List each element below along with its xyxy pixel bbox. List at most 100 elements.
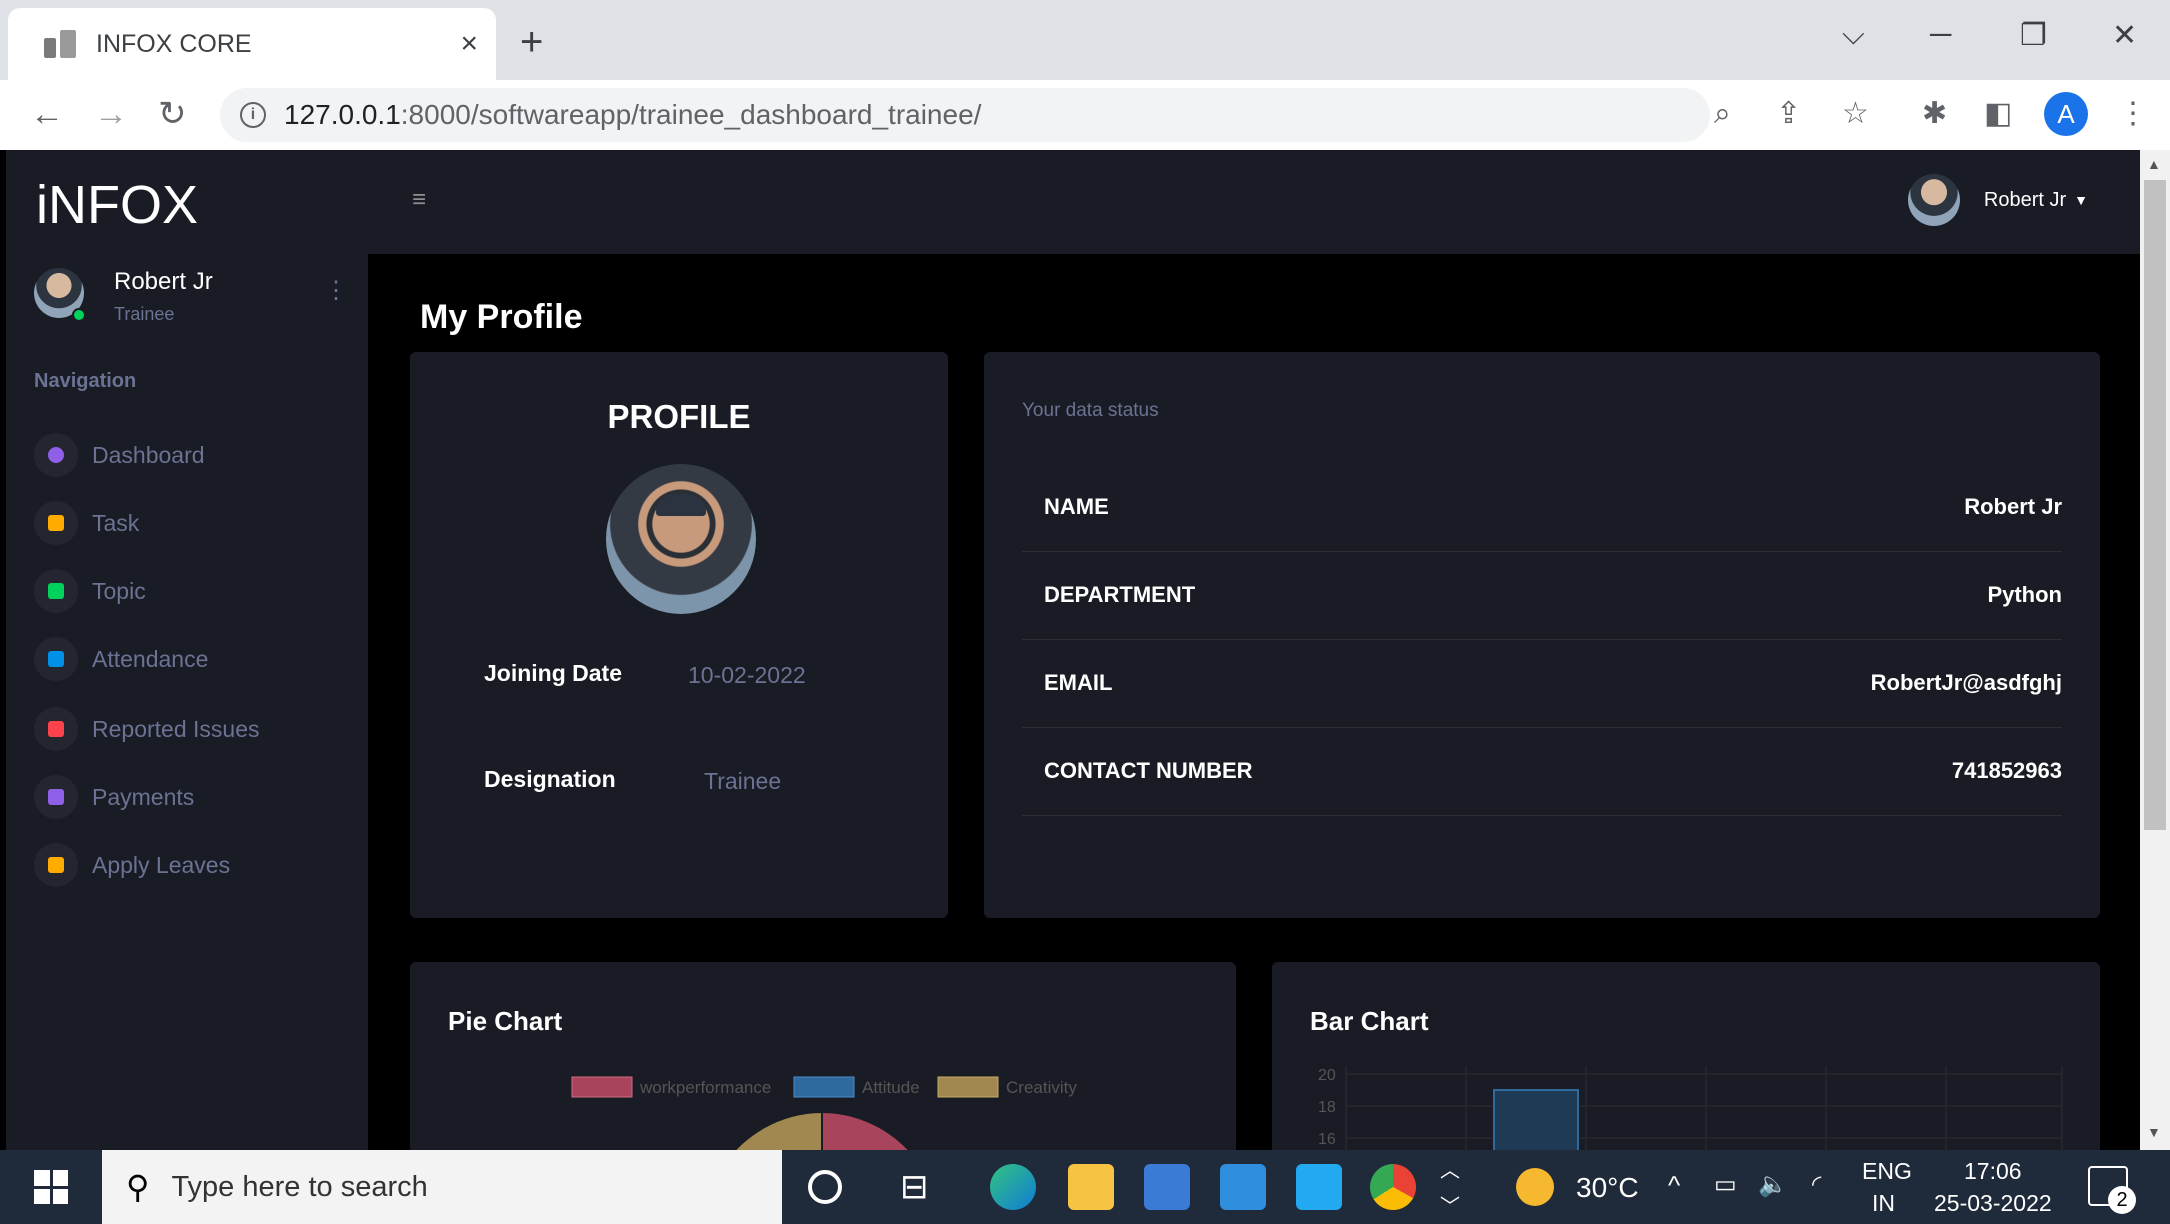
taskbar-search-input[interactable]: ⚲ Type here to search [102, 1150, 782, 1224]
chevron-up-icon[interactable]: ︿ [1440, 1154, 1460, 1183]
browser-profile-avatar[interactable]: A [2044, 92, 2088, 136]
scroll-up-icon[interactable]: ▲ [2147, 156, 2161, 172]
tab-close-icon[interactable]: × [460, 27, 478, 61]
legend-swatch-workperformance [571, 1076, 633, 1098]
scrollbar-thumb[interactable] [2144, 180, 2166, 830]
profile-dropdown[interactable]: Robert Jr ▼ [1907, 174, 2088, 226]
zoom-icon[interactable]: ⌕ [1714, 94, 1731, 134]
file-explorer-icon[interactable] [1068, 1164, 1114, 1210]
edge-browser-icon[interactable] [990, 1164, 1036, 1210]
vscode-icon[interactable] [1296, 1164, 1342, 1210]
sidebar-item-label: Reported Issues [92, 715, 260, 742]
battery-icon[interactable]: ▭ [1714, 1170, 1737, 1199]
table-row: EMAIL RobertJr@asdfghj [1022, 640, 2062, 728]
y-tick-label: 18 [1318, 1099, 1336, 1116]
online-status-icon [72, 308, 86, 322]
legend-swatch-attitude [793, 1076, 855, 1098]
nav-icon-dot [48, 721, 64, 737]
mail-icon[interactable] [1220, 1164, 1266, 1210]
pie-chart-card: Pie Chart workperformance Attitude Creat… [410, 962, 1236, 1150]
sidebar-item-payments[interactable]: Payments [34, 772, 354, 822]
wifi-icon[interactable]: ◜ [1812, 1170, 1821, 1199]
table-row: NAME Robert Jr [1022, 464, 2062, 552]
back-icon[interactable]: ← [30, 94, 64, 134]
sidebar: iNFOX Robert Jr Trainee ⋮ Navigation Das… [6, 150, 368, 1150]
message-icon [34, 843, 78, 887]
y-tick-label: 16 [1318, 1131, 1336, 1148]
sidebar-item-attendance[interactable]: Attendance [34, 634, 354, 684]
sidebar-user-name: Robert Jr [114, 268, 213, 295]
windows-start-icon[interactable] [34, 1170, 68, 1204]
browser-tab-strip: INFOX CORE × + ⌵ ─ ❐ ✕ [0, 0, 2170, 80]
clock-time[interactable]: 17:06 [1964, 1158, 2022, 1185]
extensions-icon[interactable]: ✱ [1922, 94, 1947, 134]
cortana-icon[interactable] [808, 1170, 842, 1204]
sidebar-item-label: Task [92, 509, 140, 536]
legend-label-workperformance: workperformance [639, 1078, 771, 1097]
reload-icon[interactable]: ↻ [158, 94, 187, 134]
volume-icon[interactable]: 🔈 [1758, 1170, 1788, 1199]
issue-icon [34, 707, 78, 751]
side-panel-icon[interactable]: ◧ [1984, 94, 2012, 134]
bar [1493, 1089, 1579, 1150]
sidebar-item-reported-issues[interactable]: Reported Issues [34, 704, 354, 754]
tray-overflow-icon[interactable]: ^ [1668, 1170, 1680, 1201]
row-value: Python [1987, 582, 2062, 607]
nav-section-label: Navigation [34, 370, 137, 392]
microsoft-store-icon[interactable] [1144, 1164, 1190, 1210]
sidebar-item-label: Topic [92, 577, 146, 604]
hamburger-menu-icon[interactable]: ≡ [412, 186, 426, 214]
bar-chart-card: Bar Chart 20 18 16 [1272, 962, 2100, 1150]
y-tick-label: 20 [1318, 1067, 1336, 1084]
url-host: 127.0.0.1 [284, 99, 401, 130]
region-code[interactable]: IN [1872, 1190, 1895, 1217]
top-navbar: ≡ Robert Jr ▼ [368, 150, 2140, 254]
browser-tab[interactable]: INFOX CORE × [8, 8, 496, 80]
joining-date-value: 10-02-2022 [688, 662, 806, 688]
sidebar-item-label: Apply Leaves [92, 851, 231, 878]
weather-icon[interactable] [1516, 1168, 1554, 1206]
data-status-card: Your data status NAME Robert Jr DEPARTME… [984, 352, 2100, 918]
chevron-down-icon[interactable]: ﹀ [1440, 1190, 1460, 1219]
restore-icon[interactable]: ❐ [2020, 18, 2047, 53]
bookmark-star-icon[interactable]: ☆ [1842, 94, 1869, 134]
caret-down-icon: ▼ [2074, 192, 2088, 208]
nav-icon-dot [48, 789, 64, 805]
temperature-text[interactable]: 30°C [1576, 1172, 1639, 1204]
bar-chart-icon [34, 637, 78, 681]
scroll-down-icon[interactable]: ▼ [2147, 1124, 2161, 1140]
tab-search-chevron-icon[interactable]: ⌵ [1842, 18, 1865, 52]
sidebar-item-apply-leaves[interactable]: Apply Leaves [34, 840, 354, 890]
row-key: NAME [1044, 494, 1109, 519]
browser-toolbar: ← → ↻ i 127.0.0.1:8000/softwareapp/train… [0, 80, 2170, 150]
table-row: DEPARTMENT Python [1022, 552, 2062, 640]
sidebar-user: Robert Jr Trainee ⋮ [34, 268, 348, 328]
row-value: Robert Jr [1964, 494, 2062, 519]
tab-title: INFOX CORE [96, 29, 252, 58]
minimize-icon[interactable]: ─ [1930, 18, 1951, 52]
sidebar-item-dashboard[interactable]: Dashboard [34, 430, 354, 480]
user-options-icon[interactable]: ⋮ [324, 276, 348, 305]
data-status-heading: Your data status [1022, 400, 1159, 421]
pie-chart-svg: workperformance Attitude Creativity [571, 1076, 1077, 1150]
task-view-icon[interactable]: ⊟ [900, 1164, 946, 1210]
clock-date[interactable]: 25-03-2022 [1934, 1190, 2052, 1217]
designation-value: Trainee [704, 768, 782, 794]
brand-logo[interactable]: iNFOX [36, 174, 198, 236]
row-key: CONTACT NUMBER [1044, 758, 1253, 783]
profile-card: PROFILE Joining Date 10-02-2022 Designat… [410, 352, 948, 918]
sidebar-item-task[interactable]: Task [34, 498, 354, 548]
page-scrollbar[interactable]: ▲ ▼ [2140, 150, 2170, 1150]
chrome-menu-icon[interactable]: ⋮ [2118, 94, 2148, 134]
chrome-taskbar-icon[interactable] [1370, 1164, 1416, 1210]
share-icon[interactable]: ⇪ [1776, 94, 1801, 134]
pie-slice-creativity [733, 1110, 823, 1150]
site-info-icon[interactable]: i [240, 102, 266, 128]
new-tab-icon[interactable]: + [520, 18, 543, 66]
sidebar-item-topic[interactable]: Topic [34, 566, 354, 616]
address-bar[interactable]: i 127.0.0.1:8000/softwareapp/trainee_das… [220, 88, 1710, 142]
forward-icon[interactable]: → [94, 94, 128, 134]
language-code[interactable]: ENG [1862, 1158, 1912, 1185]
close-window-icon[interactable]: ✕ [2112, 18, 2137, 53]
profile-heading: PROFILE [607, 398, 751, 435]
